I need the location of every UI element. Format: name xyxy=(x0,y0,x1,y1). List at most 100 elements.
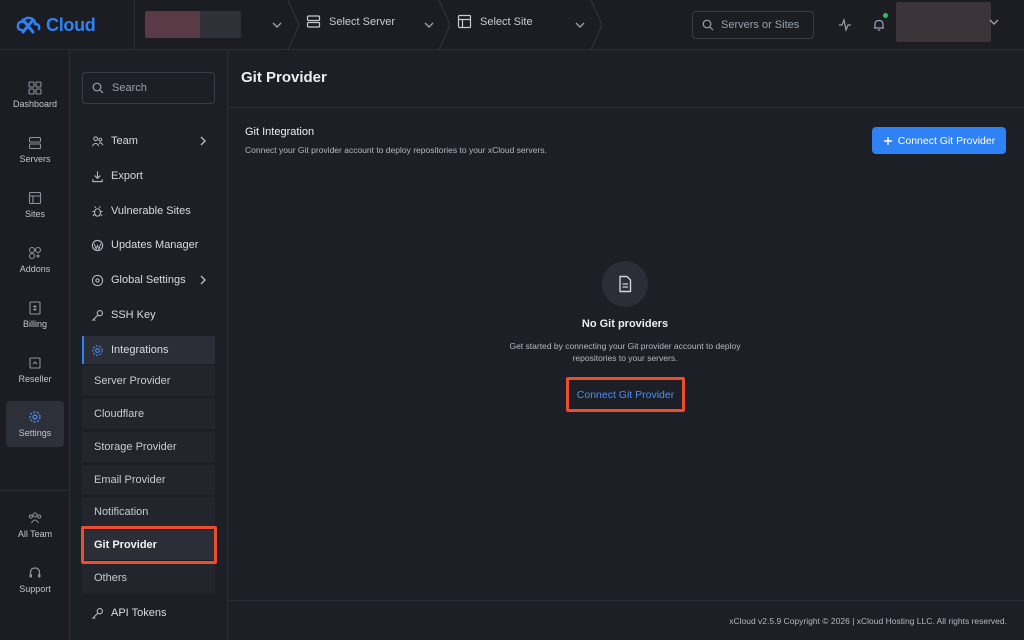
breadcrumb-separator xyxy=(287,0,300,50)
search-icon xyxy=(92,82,104,94)
sidebar-item-label: Global Settings xyxy=(111,274,186,286)
settings-search-placeholder: Search xyxy=(112,82,147,94)
global-search-input[interactable]: Servers or Sites xyxy=(692,11,814,39)
divider xyxy=(134,0,135,50)
sidebar-item-ssh-key[interactable]: SSH Key xyxy=(82,301,215,329)
subnav-label: Notification xyxy=(94,506,149,518)
user-menu[interactable] xyxy=(896,2,991,42)
subnav-label: Email Provider xyxy=(94,474,166,486)
wordpress-icon xyxy=(91,239,104,252)
sidebar-item-team[interactable]: Team xyxy=(82,127,215,155)
chevron-down-icon[interactable] xyxy=(420,16,438,34)
gear-icon xyxy=(29,411,41,423)
sidebar-item-api-tokens[interactable]: API Tokens xyxy=(82,599,215,627)
subnav-cloudflare[interactable]: Cloudflare xyxy=(82,399,215,429)
nav-label: Billing xyxy=(22,319,47,329)
copyright-text: xCloud v2.5.9 Copyright © 2026 | xCloud … xyxy=(729,616,1007,626)
breadcrumb-separator xyxy=(438,0,451,50)
nav-settings[interactable]: Settings xyxy=(6,401,64,447)
addons-icon xyxy=(28,246,42,260)
grid-icon xyxy=(28,81,42,95)
headset-icon xyxy=(29,567,41,578)
footer: xCloud v2.5.9 Copyright © 2026 | xCloud … xyxy=(228,600,1024,640)
empty-state-icon xyxy=(602,261,648,307)
sidebar-item-label: Export xyxy=(111,170,143,182)
nav-sites[interactable]: Sites xyxy=(6,182,64,228)
chevron-down-icon[interactable] xyxy=(571,16,589,34)
key-icon xyxy=(91,607,104,620)
subnav-label: Others xyxy=(94,572,128,584)
select-server-dropdown[interactable]: Select Server xyxy=(306,14,395,29)
nav-support[interactable]: Support xyxy=(6,557,64,603)
nav-servers[interactable]: Servers xyxy=(6,127,64,173)
connect-git-provider-link[interactable]: Connect Git Provider xyxy=(566,377,685,412)
divider xyxy=(0,490,70,491)
chevron-down-icon[interactable] xyxy=(988,16,1002,34)
select-server-label: Select Server xyxy=(329,15,396,28)
highlight-box-git-provider xyxy=(81,526,217,564)
sidebar-item-export[interactable]: Export xyxy=(82,162,215,190)
sidebar-item-vulnerable-sites[interactable]: Vulnerable Sites xyxy=(82,197,215,225)
nav-reseller[interactable]: Reseller xyxy=(6,347,64,393)
section-title: Git Integration xyxy=(245,126,315,138)
team-icon xyxy=(91,135,104,148)
billing-icon xyxy=(29,301,41,315)
download-icon xyxy=(91,170,104,183)
connect-git-provider-button[interactable]: Connect Git Provider xyxy=(872,127,1006,154)
main-nav-rail: Dashboard Servers Sites Addons Billing R… xyxy=(0,50,70,640)
chevron-down-icon[interactable] xyxy=(268,16,286,34)
gear-icon xyxy=(91,344,104,357)
select-site-dropdown[interactable]: Select Site xyxy=(457,14,533,29)
sidebar-item-label: SSH Key xyxy=(111,309,156,321)
reseller-icon xyxy=(29,357,41,369)
sidebar-item-label: API Tokens xyxy=(111,607,167,619)
bug-icon xyxy=(91,205,104,218)
nav-dashboard[interactable]: Dashboard xyxy=(6,72,64,118)
team-selector[interactable] xyxy=(145,11,241,38)
document-icon xyxy=(619,275,632,293)
sidebar-item-integrations[interactable]: Integrations xyxy=(82,336,215,364)
sidebar-item-label: Team xyxy=(111,135,138,147)
sidebar-item-label: Updates Manager xyxy=(111,239,199,251)
xcloud-logo[interactable]: Cloud xyxy=(16,12,96,38)
subnav-others[interactable]: Others xyxy=(82,563,215,593)
search-icon xyxy=(702,19,714,31)
sidebar-item-global-settings[interactable]: Global Settings xyxy=(82,266,215,294)
notification-dot xyxy=(883,13,888,18)
subnav-label: Server Provider xyxy=(94,375,171,387)
empty-state-description: Get started by connecting your Git provi… xyxy=(509,341,741,363)
sidebar-item-updates-manager[interactable]: Updates Manager xyxy=(82,231,215,259)
chevron-right-icon xyxy=(200,136,206,146)
sidebar-item-label: Vulnerable Sites xyxy=(111,205,191,217)
settings-search-input[interactable]: Search xyxy=(82,72,215,104)
layout-icon xyxy=(28,191,42,205)
subnav-notification[interactable]: Notification xyxy=(82,497,215,527)
subnav-storage-provider[interactable]: Storage Provider xyxy=(82,432,215,462)
key-icon xyxy=(91,309,104,322)
bell-icon[interactable] xyxy=(869,15,889,35)
nav-addons[interactable]: Addons xyxy=(6,237,64,283)
server-icon xyxy=(306,15,321,28)
nav-label: Support xyxy=(19,584,51,594)
subnav-label: Storage Provider xyxy=(94,441,177,453)
connect-link-label: Connect Git Provider xyxy=(576,388,675,401)
nav-label: Addons xyxy=(19,264,51,274)
subnav-server-provider[interactable]: Server Provider xyxy=(82,366,215,396)
nav-label: Reseller xyxy=(18,374,52,384)
chevron-right-icon xyxy=(200,275,206,285)
subnav-email-provider[interactable]: Email Provider xyxy=(82,465,215,495)
section-description: Connect your Git provider account to dep… xyxy=(245,145,547,155)
empty-state-title: No Git providers xyxy=(581,318,669,330)
breadcrumb-separator xyxy=(590,0,603,50)
globe-gear-icon xyxy=(91,274,104,287)
select-site-label: Select Site xyxy=(480,15,533,28)
team-icon xyxy=(28,512,42,524)
nav-label: All Team xyxy=(17,529,53,539)
nav-label: Sites xyxy=(24,209,45,219)
nav-all-team[interactable]: All Team xyxy=(6,502,64,548)
sidebar-item-label: Integrations xyxy=(111,344,169,356)
nav-label: Dashboard xyxy=(12,99,58,109)
nav-label: Servers xyxy=(19,154,51,164)
nav-billing[interactable]: Billing xyxy=(6,292,64,338)
activity-icon[interactable] xyxy=(835,15,855,35)
